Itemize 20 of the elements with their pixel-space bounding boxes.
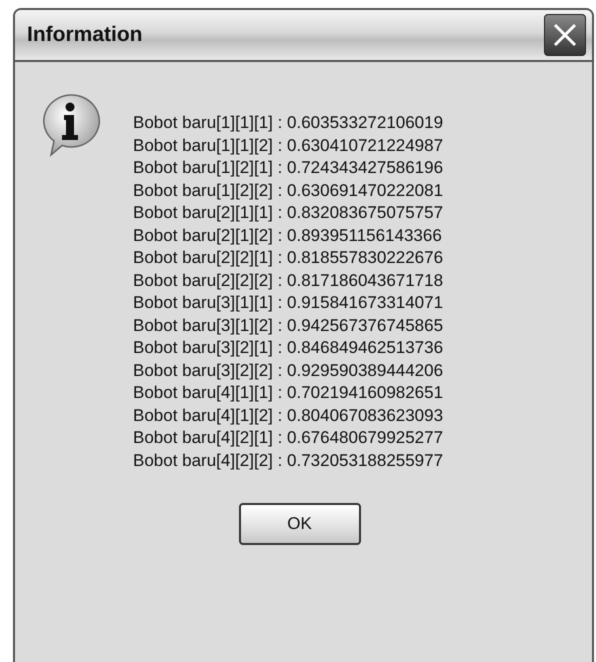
message-line: Bobot baru[1][2][2] : 0.630691470222081: [133, 180, 444, 202]
close-button[interactable]: [544, 14, 586, 56]
message-line: Bobot baru[2][1][2] : 0.893951156143366: [133, 224, 443, 246]
message-line: Bobot baru[3][2][1] : 0.846849462513736: [133, 337, 444, 359]
message-line: Bobot baru[3][1][2] : 0.942567376745865: [133, 314, 444, 336]
window-title: Information: [27, 22, 142, 48]
message-line: Bobot baru[4][2][1] : 0.676480679925277: [133, 427, 444, 449]
ok-button[interactable]: OK: [238, 503, 360, 545]
message-line: Bobot baru[2][2][2] : 0.817186043671718: [133, 270, 444, 292]
message-line: Bobot baru[1][1][2] : 0.630410721224987: [133, 134, 444, 156]
message-line: Bobot baru[4][1][1] : 0.702194160982651: [133, 382, 444, 404]
message-line: Bobot baru[2][1][1] : 0.832083675075757: [133, 202, 444, 224]
message-line: Bobot baru[4][1][2] : 0.804067083623093: [133, 404, 444, 426]
message-line: Bobot baru[4][2][2] : 0.732053188255977: [133, 450, 444, 472]
message-line: Bobot baru[1][2][1] : 0.724343427586196: [133, 157, 444, 179]
message-line: Bobot baru[3][1][1] : 0.915841673314071: [133, 292, 444, 314]
message-line: Bobot baru[3][2][2] : 0.929590389444206: [133, 360, 444, 382]
close-icon: [552, 22, 578, 48]
message-line: Bobot baru[1][1][1] : 0.603533272106019: [133, 112, 444, 134]
message-line: Bobot baru[2][2][1] : 0.818557830222676: [133, 247, 444, 269]
